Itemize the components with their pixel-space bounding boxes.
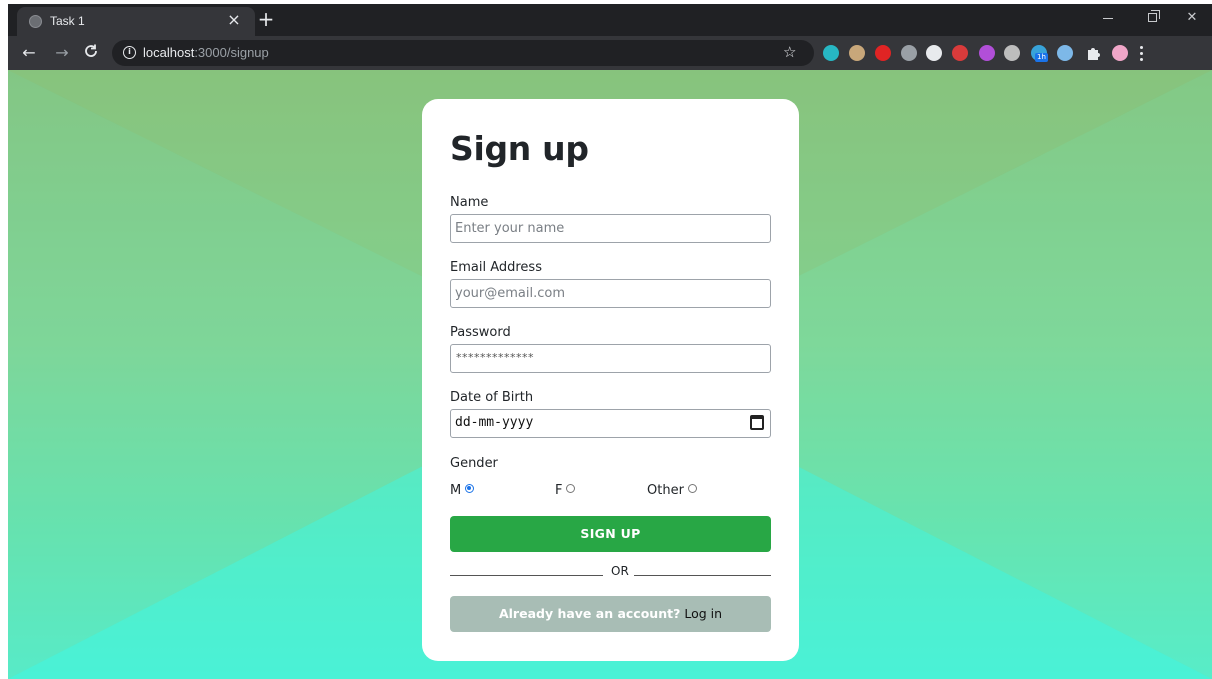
minimize-icon xyxy=(1103,18,1113,19)
email-field[interactable] xyxy=(450,279,771,308)
dob-label: Date of Birth xyxy=(450,390,534,405)
gender-option-label: F xyxy=(555,483,563,498)
extensions-puzzle-icon[interactable] xyxy=(1085,45,1101,61)
or-divider: OR xyxy=(450,564,771,580)
gender-option-other[interactable]: Other xyxy=(647,483,697,498)
extension-bottle-icon[interactable] xyxy=(901,45,917,61)
reload-button[interactable] xyxy=(81,43,101,63)
reload-icon xyxy=(85,44,97,57)
page-viewport: Sign up Name Email Address Password ****… xyxy=(8,70,1212,679)
forward-button[interactable]: → xyxy=(52,43,72,63)
gender-option-f[interactable]: F xyxy=(555,483,576,498)
tab-strip: Task 1 × + ✕ xyxy=(8,4,1212,36)
bookmark-star-icon[interactable]: ☆ xyxy=(783,43,796,61)
radio-icon[interactable] xyxy=(687,484,697,493)
dob-input[interactable]: dd-mm-yyyy xyxy=(455,415,533,430)
menu-kebab-icon[interactable] xyxy=(1140,45,1144,61)
restore-icon xyxy=(1147,10,1160,22)
password-label: Password xyxy=(450,325,511,340)
browser-tab[interactable]: Task 1 × xyxy=(17,7,255,36)
url-host: localhost xyxy=(143,45,195,60)
extension-paint-icon[interactable] xyxy=(926,45,942,61)
email-label: Email Address xyxy=(450,260,542,275)
extension-hand-icon[interactable] xyxy=(875,45,891,61)
extension-badge: 1h xyxy=(1035,53,1048,62)
gender-option-m[interactable]: M xyxy=(450,483,475,498)
extension-m-icon[interactable] xyxy=(823,45,839,61)
back-button[interactable]: ← xyxy=(19,43,39,63)
extension-cloud-icon[interactable]: 1h xyxy=(1031,45,1048,62)
gender-option-label: Other xyxy=(647,483,684,498)
extension-purple-icon[interactable] xyxy=(979,45,995,61)
profile-avatar-icon[interactable] xyxy=(1112,45,1128,61)
gender-option-label: M xyxy=(450,483,462,498)
tab-close-icon[interactable]: × xyxy=(225,11,243,29)
url-text: localhost:3000/signup xyxy=(143,45,269,60)
close-window-button[interactable]: ✕ xyxy=(1178,8,1206,28)
password-input[interactable]: ************* xyxy=(456,351,534,364)
extension-glasses-icon[interactable] xyxy=(849,45,865,61)
password-field[interactable]: ************* xyxy=(450,344,771,373)
browser-window: Task 1 × + ✕ ← → i localhost:3000/signup… xyxy=(8,4,1212,70)
extension-red-icon[interactable] xyxy=(952,45,968,61)
email-input[interactable] xyxy=(451,280,770,307)
calendar-icon[interactable] xyxy=(750,415,764,430)
restore-button[interactable] xyxy=(1138,8,1166,28)
login-button[interactable]: Already have an account? Log in xyxy=(450,596,771,632)
or-text: OR xyxy=(611,564,629,578)
name-field[interactable] xyxy=(450,214,771,243)
radio-selected-icon[interactable] xyxy=(465,484,475,493)
globe-icon xyxy=(29,15,42,28)
extension-target-icon[interactable] xyxy=(1004,45,1020,61)
site-info-icon[interactable]: i xyxy=(123,46,136,59)
login-prompt: Already have an account? xyxy=(498,606,681,621)
new-tab-button[interactable]: + xyxy=(256,9,276,30)
login-link[interactable]: Log in xyxy=(684,606,722,621)
radio-icon[interactable] xyxy=(566,484,576,493)
name-input[interactable] xyxy=(451,215,770,242)
name-label: Name xyxy=(450,195,489,210)
page-title: Sign up xyxy=(450,129,589,168)
divider-line-right xyxy=(634,575,771,576)
tab-title: Task 1 xyxy=(50,14,85,28)
gender-label: Gender xyxy=(450,456,498,471)
address-bar[interactable]: i localhost:3000/signup xyxy=(112,40,814,66)
extension-moon-icon[interactable] xyxy=(1057,45,1073,61)
signup-card: Sign up Name Email Address Password ****… xyxy=(422,99,799,661)
signup-button[interactable]: SIGN UP xyxy=(450,516,771,552)
dob-field[interactable]: dd-mm-yyyy xyxy=(450,409,771,438)
browser-toolbar: ← → i localhost:3000/signup ☆ 1h xyxy=(8,36,1212,70)
minimize-button[interactable] xyxy=(1094,8,1122,28)
gender-radio-group: M F Other xyxy=(450,483,771,503)
divider-line-left xyxy=(450,575,603,576)
url-path: :3000/signup xyxy=(194,45,269,60)
